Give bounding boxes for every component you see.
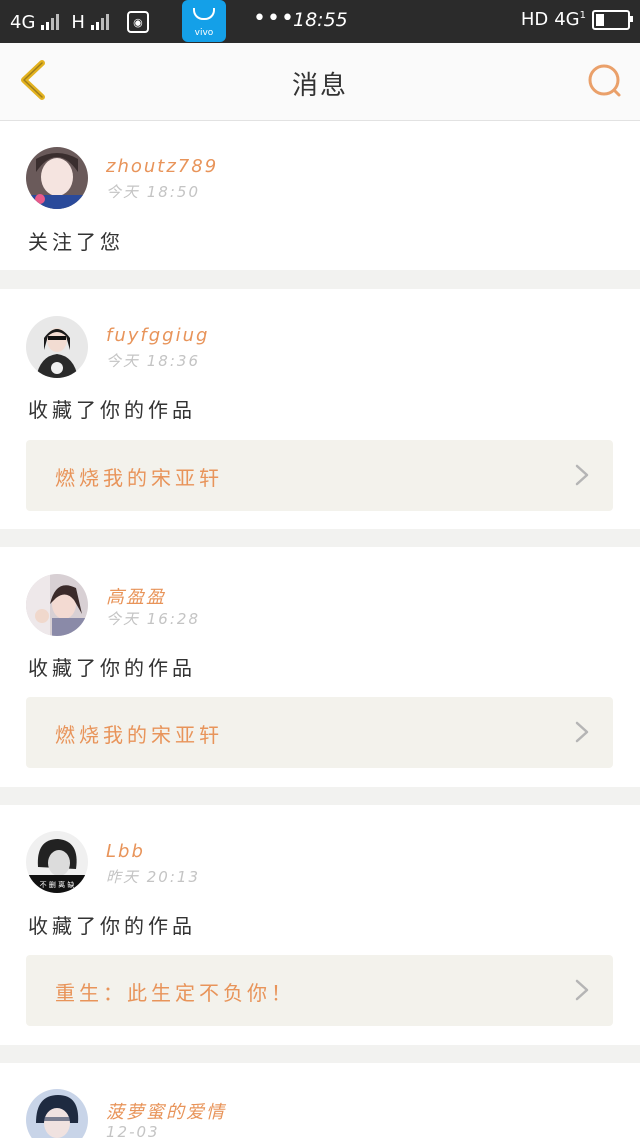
message-card[interactable]: 菠萝蜜的爱情 12-03 bbox=[0, 1063, 640, 1138]
avatar[interactable] bbox=[26, 316, 88, 378]
status-left: 4G H ◉ bbox=[10, 11, 149, 33]
work-link[interactable]: 燃烧我的宋亚轩 bbox=[26, 697, 613, 768]
user-photo-icon: 不 删 离 缺 bbox=[26, 831, 88, 893]
vivo-store-icon: vivo bbox=[182, 0, 226, 42]
timestamp: 今天 18:50 bbox=[106, 183, 200, 201]
action-text: 收藏了你的作品 bbox=[28, 914, 196, 938]
more-notifications-icon: ••• bbox=[253, 6, 295, 31]
status-bar: 4G H ◉ vivo ••• 18:55 HD 4G1 ⚡ bbox=[0, 0, 640, 43]
clock: 18:55 bbox=[293, 9, 348, 31]
action-text: 关注了您 bbox=[28, 230, 124, 254]
timestamp: 今天 16:28 bbox=[106, 610, 200, 628]
timestamp: 昨天 20:13 bbox=[106, 868, 200, 886]
username[interactable]: fuyfggiug bbox=[106, 325, 209, 346]
message-card[interactable]: 高盈盈 今天 16:28 收藏了你的作品 燃烧我的宋亚轩 bbox=[0, 547, 640, 787]
avatar-caption: 不 删 离 缺 bbox=[40, 880, 75, 889]
signal-strength-icon bbox=[41, 14, 60, 30]
username[interactable]: 菠萝蜜的爱情 bbox=[106, 1098, 226, 1124]
work-title: 燃烧我的宋亚轩 bbox=[55, 466, 223, 490]
avatar[interactable] bbox=[26, 574, 88, 636]
chevron-right-icon bbox=[575, 721, 589, 743]
network-h-label: H bbox=[71, 11, 85, 33]
vivo-label: vivo bbox=[194, 28, 214, 38]
status-right: HD 4G1 ⚡ bbox=[520, 9, 633, 30]
work-link[interactable]: 重生：此生定不负你！ bbox=[26, 955, 613, 1026]
battery-icon: ⚡ bbox=[592, 9, 633, 30]
work-title: 重生：此生定不负你！ bbox=[55, 981, 295, 1005]
avatar[interactable] bbox=[26, 147, 88, 209]
signal-strength-icon-2 bbox=[90, 14, 109, 30]
user-photo-icon bbox=[26, 1089, 88, 1138]
sim-index: 1 bbox=[579, 10, 586, 21]
message-card[interactable]: fuyfggiug 今天 18:36 收藏了你的作品 燃烧我的宋亚轩 bbox=[0, 289, 640, 529]
search-icon bbox=[588, 64, 621, 97]
username[interactable]: zhoutz789 bbox=[106, 156, 218, 177]
hd-label: HD bbox=[520, 9, 549, 30]
message-card[interactable]: 不 删 离 缺 Lbb 昨天 20:13 收藏了你的作品 重生：此生定不负你！ bbox=[0, 805, 640, 1045]
search-button[interactable] bbox=[586, 61, 626, 101]
timestamp: 今天 18:36 bbox=[106, 352, 200, 370]
network-4g-right: 4G1 bbox=[554, 9, 586, 30]
nav-bar: 消息 bbox=[0, 43, 640, 121]
work-link[interactable]: 燃烧我的宋亚轩 bbox=[26, 440, 613, 511]
action-text: 收藏了你的作品 bbox=[28, 398, 196, 422]
browser-icon: ◉ bbox=[126, 11, 149, 33]
chevron-right-icon bbox=[575, 464, 589, 486]
action-text: 收藏了你的作品 bbox=[28, 656, 196, 680]
shopping-bag-icon bbox=[193, 8, 215, 20]
username[interactable]: Lbb bbox=[106, 841, 145, 862]
timestamp: 12-03 bbox=[106, 1123, 160, 1138]
avatar[interactable] bbox=[26, 1089, 88, 1138]
user-photo-icon bbox=[26, 147, 88, 209]
network-4g-label: 4G bbox=[10, 11, 36, 33]
username[interactable]: 高盈盈 bbox=[106, 583, 166, 609]
avatar[interactable]: 不 删 离 缺 bbox=[26, 831, 88, 893]
message-card[interactable]: zhoutz789 今天 18:50 关注了您 bbox=[0, 121, 640, 270]
page-title: 消息 bbox=[291, 71, 348, 101]
user-photo-icon bbox=[26, 574, 88, 636]
network-4g-right-label: 4G bbox=[554, 9, 580, 30]
work-title: 燃烧我的宋亚轩 bbox=[55, 723, 223, 747]
user-photo-icon bbox=[26, 316, 88, 378]
chevron-right-icon bbox=[575, 979, 589, 1001]
